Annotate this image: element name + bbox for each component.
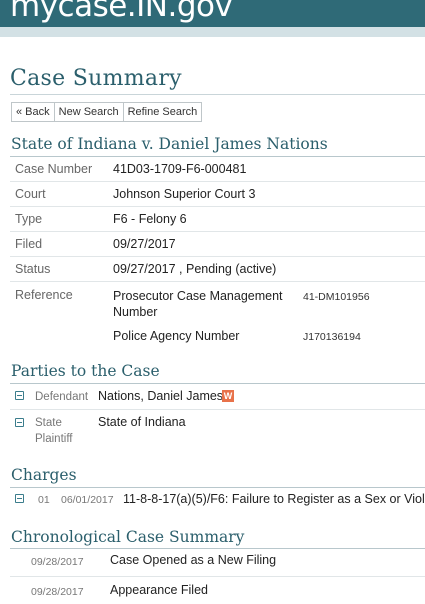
status-label: Status <box>15 262 51 276</box>
row-divider <box>10 409 425 410</box>
court-value: Johnson Superior Court 3 <box>113 187 256 201</box>
divider <box>10 487 425 488</box>
party-role-defendant: Defendant <box>35 391 89 403</box>
parties-heading: Parties to the Case <box>11 362 160 380</box>
site-logo[interactable]: mycase.IN.gov <box>10 0 233 24</box>
status-value: 09/27/2017 , Pending (active) <box>113 262 277 276</box>
filed-value: 09/27/2017 <box>113 237 176 251</box>
party-role-state-plaintiff: State Plaintiff <box>35 417 73 445</box>
expand-icon[interactable] <box>15 391 24 400</box>
ccs-heading: Chronological Case Summary <box>11 528 245 546</box>
prosecutor-case-number-value: 41-DM101956 <box>303 291 370 303</box>
reference-label: Reference <box>15 288 73 302</box>
court-label: Court <box>15 187 46 201</box>
filed-label: Filed <box>15 237 43 251</box>
expand-icon[interactable] <box>15 494 24 503</box>
nav-button-group: « Back New Search Refine Search <box>11 102 203 122</box>
police-agency-number-label: Police Agency Number <box>113 329 240 343</box>
header-subbar <box>0 27 425 37</box>
refine-search-button[interactable]: Refine Search <box>124 103 202 121</box>
warrant-badge-icon: W <box>222 390 234 402</box>
charges-heading: Charges <box>11 466 77 484</box>
page-title: Case Summary <box>10 66 182 91</box>
charge-date: 06/01/2017 <box>61 494 114 506</box>
divider <box>10 383 425 384</box>
divider <box>10 94 425 95</box>
case-number-value: 41D03-1709-F6-000481 <box>113 162 247 176</box>
type-value: F6 - Felony 6 <box>113 212 187 226</box>
party-name-defendant[interactable]: Nations, Daniel James <box>98 389 223 403</box>
type-label: Type <box>15 212 43 226</box>
new-search-button[interactable]: New Search <box>55 103 124 121</box>
row-divider <box>10 256 425 257</box>
prosecutor-case-number-label: Prosecutor Case Management Number <box>113 289 283 319</box>
charge-number: 01 <box>38 494 50 506</box>
ccs-entry-description: Case Opened as a New Filing <box>110 553 277 567</box>
police-agency-number-value: J170136194 <box>303 331 361 343</box>
site-header: mycase.IN.gov <box>0 0 425 27</box>
row-divider <box>10 576 425 577</box>
row-divider <box>10 231 425 232</box>
case-heading: State of Indiana v. Daniel James Nations <box>11 135 328 153</box>
row-divider <box>10 181 425 182</box>
row-divider <box>10 281 425 282</box>
ccs-entry-date: 09/28/2017 <box>31 586 84 598</box>
charge-description: 11-8-8-17(a)(5)/F6: Failure to Register … <box>123 492 425 506</box>
divider <box>10 548 425 549</box>
case-number-label: Case Number <box>15 162 93 176</box>
back-button[interactable]: « Back <box>12 103 55 121</box>
party-name-state[interactable]: State of Indiana <box>98 415 186 429</box>
ccs-entry-date: 09/28/2017 <box>31 556 84 568</box>
expand-icon[interactable] <box>15 418 24 427</box>
divider <box>10 156 425 157</box>
ccs-entry-description: Appearance Filed <box>110 583 208 597</box>
row-divider <box>10 206 425 207</box>
